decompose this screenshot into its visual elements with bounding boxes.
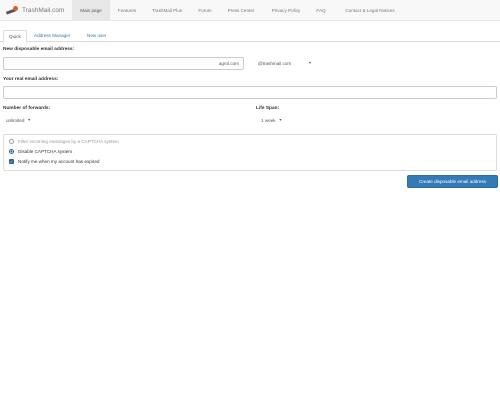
tab-quick[interactable]: Quick <box>3 30 27 43</box>
chevron-down-icon: ▼ <box>278 118 283 122</box>
top-navbar: TrashMail.com Main page Features TrashMa… <box>0 0 500 21</box>
chevron-down-icon: ▼ <box>308 61 312 65</box>
options-panel: Filter incoming messages by a CAPTCHA sy… <box>3 134 497 171</box>
forwards-select[interactable]: unlimited ▼ <box>6 115 31 126</box>
disposable-name-input[interactable]: agrol.com <box>3 57 244 70</box>
nav-item-contact-legal[interactable]: Contact & Legal Notices <box>335 0 405 21</box>
notify-expire-option[interactable]: ✓ Notify me when my account has expired <box>9 159 99 164</box>
captcha-filter-radio[interactable] <box>9 139 14 144</box>
lifespan-label: Life Span: <box>256 106 280 111</box>
tab-address-manager[interactable]: Address Manager <box>29 30 75 42</box>
lifespan-select-value: 1 week <box>261 118 276 123</box>
captcha-disable-option[interactable]: Disable CAPTCHA system <box>9 149 72 154</box>
brand-link[interactable]: TrashMail.com <box>5 4 65 17</box>
domain-select-value: @trashmail.com <box>258 61 292 66</box>
captcha-filter-option[interactable]: Filter incoming messages by a CAPTCHA sy… <box>9 139 119 144</box>
nav-item-features[interactable]: Features <box>112 0 142 21</box>
nav-item-press-center[interactable]: Press Center <box>222 0 260 21</box>
real-address-label: Your real email address: <box>3 77 59 82</box>
lifespan-select[interactable]: 1 week ▼ <box>261 115 282 126</box>
nav-item-faq[interactable]: FAQ <box>313 0 329 21</box>
nav-item-main-page[interactable]: Main page <box>72 0 110 21</box>
trashmail-logo-icon <box>5 6 19 15</box>
domain-select[interactable]: @trashmail.com ▼ <box>258 58 312 69</box>
checkbox-checked-icon[interactable]: ✓ <box>9 159 14 164</box>
nav-item-privacy-policy[interactable]: Privacy Policy <box>266 0 306 21</box>
chevron-down-icon: ▼ <box>27 118 31 122</box>
real-email-input[interactable] <box>3 86 497 99</box>
tab-new-user[interactable]: New user <box>82 30 111 42</box>
forwards-select-value: unlimited <box>6 118 25 123</box>
captcha-filter-label: Filter incoming messages by a CAPTCHA sy… <box>18 139 119 144</box>
captcha-disable-label: Disable CAPTCHA system <box>18 149 73 154</box>
create-address-button[interactable]: Create disposable email address <box>407 175 498 188</box>
forwards-label: Number of forwards: <box>3 106 51 111</box>
nav-item-trashmail-plus[interactable]: TrashMail Plus <box>146 0 188 21</box>
nav-item-forum[interactable]: Forum <box>193 0 217 21</box>
notify-expire-label: Notify me when my account has expired <box>18 159 100 164</box>
brand-name: TrashMail.com <box>22 7 65 14</box>
tab-bar: Quick Address Manager New user <box>0 30 500 43</box>
captcha-disable-radio[interactable] <box>9 149 14 154</box>
new-address-label: New disposable email address: <box>3 47 75 52</box>
